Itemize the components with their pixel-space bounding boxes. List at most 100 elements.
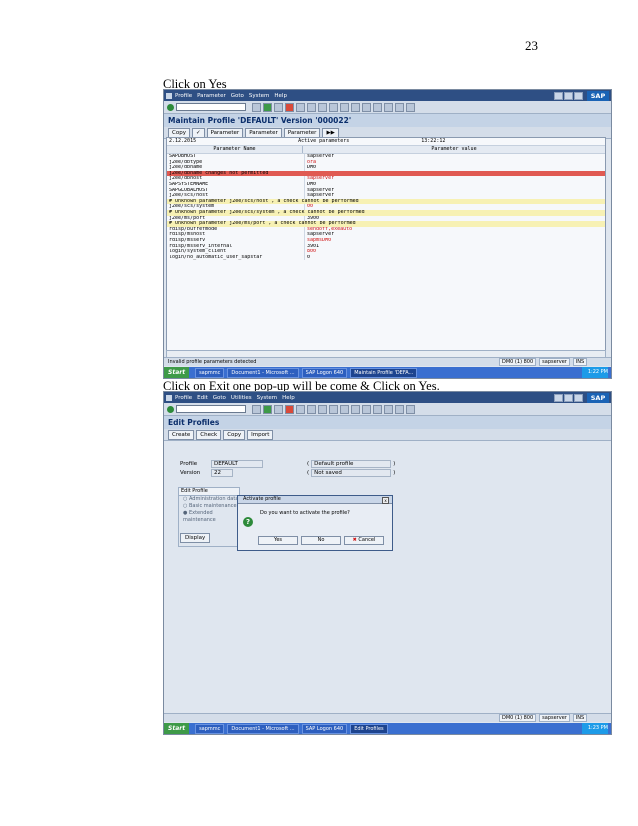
version-field[interactable]: 22	[211, 468, 233, 477]
dialog-buttons: Yes No ✖ Cancel	[258, 536, 384, 545]
task-edit-profiles[interactable]: Edit Profiles	[350, 723, 388, 734]
print-icon[interactable]	[296, 102, 305, 112]
menu-goto[interactable]: Goto	[231, 93, 244, 99]
minimize-icon[interactable]	[554, 92, 563, 100]
profile-form: Profile DEFAULT ( Default profile ) Vers…	[180, 459, 396, 477]
find-next-icon[interactable]	[318, 102, 327, 112]
option-extended-maintenance[interactable]: ● Extended maintenance	[179, 510, 239, 523]
dialog-question: Do you want to activate the profile?	[260, 510, 350, 516]
last-page-icon[interactable]	[362, 404, 371, 414]
menu-parameter[interactable]: Parameter	[197, 93, 226, 99]
next-page-icon[interactable]	[351, 102, 360, 112]
new-parameter-button[interactable]: Parameter	[206, 127, 244, 138]
exit-icon[interactable]	[274, 404, 283, 414]
exit-icon[interactable]	[274, 102, 283, 112]
system-client: DM0 (1) 800	[499, 358, 537, 366]
minimize-icon[interactable]	[554, 394, 563, 402]
system-info: DM0 (1) 800 sapserver INS	[499, 714, 588, 722]
layout-icon[interactable]	[406, 102, 415, 112]
save-icon[interactable]	[252, 404, 261, 414]
menu-goto[interactable]: Goto	[213, 395, 226, 401]
help-icon[interactable]	[395, 404, 404, 414]
parameter-name-cell: login/no_automatic_user_sapstar	[167, 254, 305, 261]
menu-help[interactable]: Help	[274, 93, 287, 99]
profile-label: Profile	[180, 460, 198, 467]
import-button[interactable]: Import	[247, 429, 274, 440]
maximize-icon[interactable]	[564, 92, 573, 100]
copy-button[interactable]: Copy	[168, 127, 190, 138]
shortcut-icon[interactable]	[384, 404, 393, 414]
task-sapmmc[interactable]: sapmmc	[195, 367, 225, 378]
task-maintain-profile[interactable]: Maintain Profile 'DEFA...	[350, 367, 418, 378]
check-icon-button[interactable]: ✓	[191, 127, 205, 138]
menu-edit[interactable]: Edit	[197, 395, 208, 401]
system-menu-icon[interactable]	[166, 394, 172, 401]
help-icon[interactable]	[395, 102, 404, 112]
edit-profile-title: Edit Profile	[179, 488, 239, 496]
menu-utilities[interactable]: Utilities	[231, 395, 252, 401]
enter-icon[interactable]	[167, 103, 174, 111]
prev-page-icon[interactable]	[340, 102, 349, 112]
shortcut-icon[interactable]	[384, 102, 393, 112]
find-next-icon[interactable]	[318, 404, 327, 414]
task-document[interactable]: Document1 - Microsoft ...	[227, 367, 299, 378]
maximize-icon[interactable]	[564, 394, 573, 402]
status-message: Invalid profile parameters detected	[168, 359, 257, 365]
layout-icon[interactable]	[406, 404, 415, 414]
dialog-close-icon[interactable]: x	[382, 497, 389, 504]
cancel-icon[interactable]	[285, 102, 294, 112]
next-icon-button[interactable]: ▶▶	[322, 127, 339, 138]
new-session-icon[interactable]	[373, 404, 382, 414]
cancel-button[interactable]: ✖ Cancel	[344, 536, 384, 545]
create-button[interactable]: Create	[168, 429, 195, 440]
find-icon[interactable]	[307, 102, 316, 112]
start-button[interactable]: Start	[164, 367, 190, 378]
next-page-icon[interactable]	[351, 404, 360, 414]
first-page-icon[interactable]	[329, 102, 338, 112]
find-icon[interactable]	[307, 404, 316, 414]
system-host: sapserver	[539, 714, 570, 722]
task-saplogon[interactable]: SAP Logon 640	[301, 723, 348, 734]
new-session-icon[interactable]	[373, 102, 382, 112]
back-icon[interactable]	[263, 404, 272, 414]
menu-bar: Profile Parameter Goto System Help SAP	[164, 90, 611, 101]
start-button[interactable]: Start	[164, 723, 190, 734]
sap-logo: SAP	[587, 393, 609, 403]
table-row[interactable]: login/no_automatic_user_sapstar 0	[167, 254, 605, 261]
menu-system[interactable]: System	[257, 395, 278, 401]
first-page-icon[interactable]	[329, 404, 338, 414]
option-administration-data[interactable]: ○ Administration data	[179, 496, 239, 503]
close-icon[interactable]	[574, 394, 583, 402]
task-sapmmc[interactable]: sapmmc	[195, 723, 225, 734]
standard-toolbar	[164, 403, 611, 416]
clock: 1:23 PM	[581, 723, 608, 734]
cancel-x-icon: ✖	[352, 537, 357, 543]
close-icon[interactable]	[574, 92, 583, 100]
last-page-icon[interactable]	[362, 102, 371, 112]
check-button[interactable]: Check	[196, 429, 222, 440]
menu-system[interactable]: System	[249, 93, 270, 99]
option-basic-maintenance[interactable]: ○ Basic maintenance	[179, 503, 239, 510]
print-icon[interactable]	[296, 404, 305, 414]
menu-profile[interactable]: Profile	[175, 395, 192, 401]
command-field[interactable]	[176, 405, 246, 413]
no-button[interactable]: No	[301, 536, 341, 545]
menu-profile[interactable]: Profile	[175, 93, 192, 99]
menu-help[interactable]: Help	[282, 395, 295, 401]
display-parameter-button[interactable]: Parameter	[283, 127, 321, 138]
task-saplogon[interactable]: SAP Logon 640	[301, 367, 348, 378]
display-button[interactable]: Display	[180, 533, 211, 543]
change-parameter-button[interactable]: Parameter	[245, 127, 282, 138]
command-field[interactable]	[176, 103, 246, 111]
system-menu-icon[interactable]	[166, 92, 172, 99]
yes-button[interactable]: Yes	[258, 536, 298, 545]
enter-icon[interactable]	[167, 405, 174, 413]
copy-button[interactable]: Copy	[223, 429, 246, 440]
save-icon[interactable]	[252, 102, 261, 112]
system-info: DM0 (1) 800 sapserver INS	[499, 358, 588, 366]
task-document[interactable]: Document1 - Microsoft ...	[227, 723, 299, 734]
back-icon[interactable]	[263, 102, 272, 112]
prev-page-icon[interactable]	[340, 404, 349, 414]
profile-field[interactable]: DEFAULT	[211, 459, 263, 468]
cancel-icon[interactable]	[285, 404, 294, 414]
